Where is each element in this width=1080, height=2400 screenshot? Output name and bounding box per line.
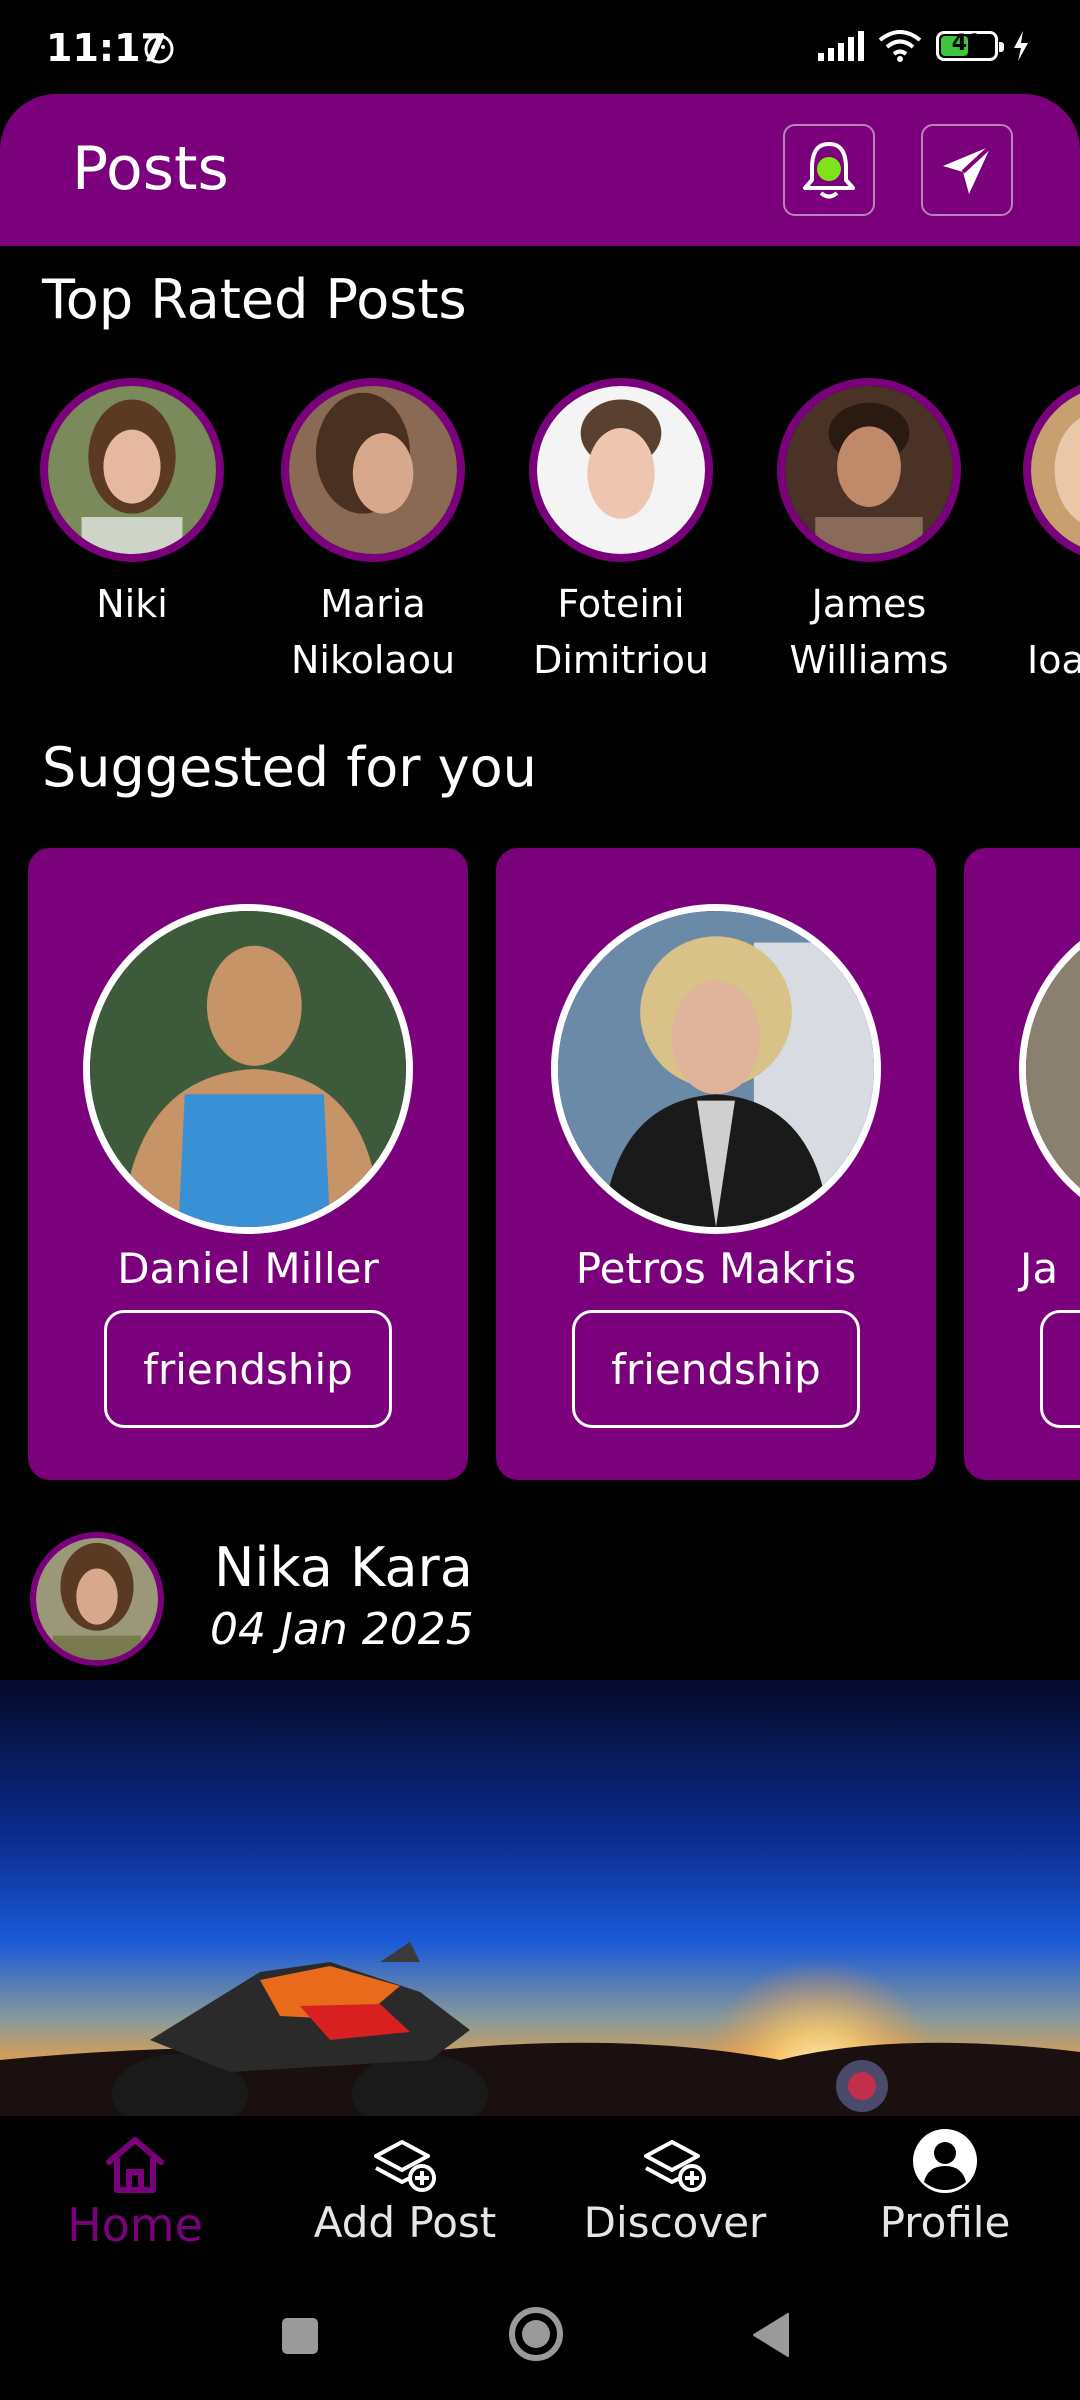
nav-home[interactable]: Home — [0, 2132, 270, 2252]
bell-icon — [803, 142, 855, 199]
nav-add-post-label: Add Post — [313, 2198, 497, 2247]
wifi-icon — [878, 30, 922, 62]
home-icon — [106, 2137, 164, 2193]
top-rated-name: Ioa — [1027, 638, 1080, 682]
nav-profile-label: Profile — [879, 2198, 1011, 2247]
post-author-avatar[interactable] — [30, 1532, 164, 1666]
nav-add-post[interactable]: Add Post — [270, 2132, 540, 2247]
nav-discover-label: Discover — [583, 2198, 767, 2247]
top-rated-item[interactable]: James Williams — [749, 378, 989, 688]
avatar — [83, 904, 413, 1234]
home-circle-icon[interactable] — [508, 2306, 564, 2362]
notification-face-icon — [144, 34, 174, 64]
suggested-name: Daniel Miller — [117, 1244, 379, 1293]
status-bar: 11:17 49 — [0, 0, 1080, 95]
signal-icon — [818, 31, 864, 61]
avatar — [1019, 904, 1080, 1234]
top-rated-item[interactable]: Foteini Dimitriou — [501, 378, 741, 688]
app-header: Posts — [0, 94, 1080, 246]
suggested-card[interactable]: Daniel Miller friendship — [28, 848, 468, 1480]
page-title: Posts — [72, 134, 229, 204]
suggested-card[interactable]: Ja — [964, 848, 1080, 1480]
post-image[interactable] — [0, 1680, 1080, 2116]
notifications-button[interactable] — [783, 124, 875, 216]
bottom-navigation: Home Add Post Discover Profile — [0, 2116, 1080, 2276]
top-rated-name: Foteini Dimitriou — [533, 582, 709, 682]
suggested-name: Ja — [1020, 1244, 1059, 1293]
top-rated-item[interactable]: Niki — [12, 378, 252, 632]
top-rated-item[interactable]: Maria Nikolaou — [253, 378, 493, 688]
post-date: 04 Jan 2025 — [210, 1604, 474, 1655]
back-icon[interactable] — [750, 2312, 792, 2358]
friendship-button[interactable] — [1040, 1310, 1080, 1428]
status-icons: 49 — [816, 30, 1030, 62]
avatar — [281, 378, 465, 562]
battery-icon: 49 — [936, 31, 1004, 61]
motorcycle-sunset-image — [0, 1680, 1080, 2116]
recents-icon[interactable] — [280, 2316, 320, 2356]
avatar — [529, 378, 713, 562]
profile-icon — [913, 2129, 977, 2193]
friendship-button[interactable]: friendship — [572, 1310, 860, 1428]
posts-screen: 11:17 49 Posts Top Rated Posts Niki Mari… — [0, 0, 1080, 2400]
messages-button[interactable] — [921, 124, 1013, 216]
suggested-title: Suggested for you — [42, 736, 537, 799]
suggested-card[interactable]: Petros Makris friendship — [496, 848, 936, 1480]
nav-profile[interactable]: Profile — [810, 2129, 1080, 2247]
avatar — [40, 378, 224, 562]
avatar — [777, 378, 961, 562]
avatar — [551, 904, 881, 1234]
top-rated-item[interactable]: Ioa — [997, 378, 1080, 688]
suggested-name: Petros Makris — [575, 1244, 857, 1293]
system-navigation-bar — [0, 2276, 1080, 2400]
top-rated-name: James Williams — [789, 582, 949, 682]
add-layer-icon — [644, 2140, 706, 2192]
post-author-name[interactable]: Nika Kara — [214, 1536, 473, 1599]
nav-discover[interactable]: Discover — [540, 2132, 810, 2247]
battery-level: 49 — [951, 31, 983, 56]
top-rated-name: Maria Nikolaou — [290, 582, 456, 682]
charging-icon — [1014, 31, 1028, 61]
nav-home-label: Home — [67, 2198, 203, 2252]
friendship-button[interactable]: friendship — [104, 1310, 392, 1428]
top-rated-name: Niki — [96, 582, 168, 626]
avatar — [1023, 378, 1080, 562]
add-layer-icon — [374, 2140, 436, 2192]
send-icon — [943, 144, 993, 194]
top-rated-title: Top Rated Posts — [42, 268, 467, 331]
